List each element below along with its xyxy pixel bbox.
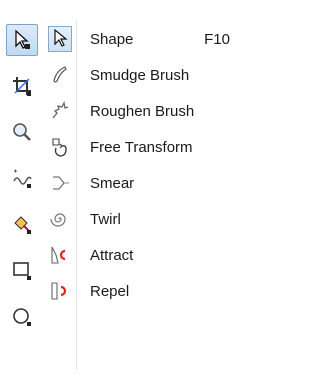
menu-item-label: Twirl: [90, 210, 121, 228]
menu-item-smudge-brush[interactable]: Smudge Brush: [48, 60, 244, 90]
menu-item-label: Attract: [90, 246, 134, 264]
menu-item-label: Smudge Brush: [90, 66, 190, 84]
menu-item-attract[interactable]: Attract: [48, 240, 244, 270]
free-transform-icon: [48, 134, 72, 160]
toolbox: [0, 0, 44, 374]
menu-item-shortcut: F10: [204, 30, 230, 48]
menu-item-roughen-brush[interactable]: Roughen Brush: [48, 96, 244, 126]
menu-item-label: Smear: [90, 174, 135, 192]
menu-item-free-transform[interactable]: Free Transform: [48, 132, 244, 162]
menu-item-label: Free Transform: [90, 138, 193, 156]
menu-item-label: Repel: [90, 282, 130, 300]
attract-icon: [48, 242, 72, 268]
crop-tool-icon[interactable]: [6, 70, 38, 102]
smudge-brush-icon: [48, 62, 72, 88]
smear-icon: [48, 170, 72, 196]
menu-item-label: Roughen Brush: [90, 102, 195, 120]
shape-icon: [48, 26, 72, 52]
rectangle-tool-icon[interactable]: [6, 254, 38, 286]
repel-icon: [48, 278, 72, 304]
menu-item-label: Shape: [90, 30, 134, 48]
menu-item-shape[interactable]: Shape F10: [48, 24, 244, 54]
menu-item-twirl[interactable]: Twirl: [48, 204, 244, 234]
menu-item-repel[interactable]: Repel: [48, 276, 244, 306]
roughen-brush-icon: [48, 98, 72, 124]
smart-fill-tool-icon[interactable]: [6, 208, 38, 240]
shape-tool-icon[interactable]: [6, 24, 38, 56]
ellipse-tool-icon[interactable]: [6, 300, 38, 332]
twirl-icon: [48, 206, 72, 232]
freehand-tool-icon[interactable]: [6, 162, 38, 194]
menu-item-smear[interactable]: Smear: [48, 168, 244, 198]
zoom-tool-icon[interactable]: [6, 116, 38, 148]
